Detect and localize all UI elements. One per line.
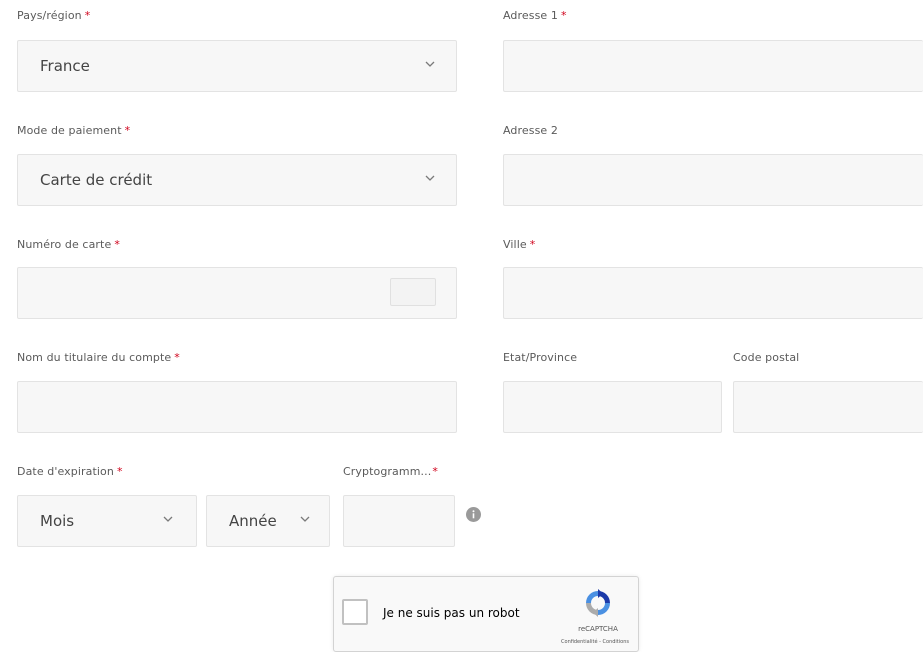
recaptcha-links[interactable]: Confidentialité - Conditions <box>552 639 638 645</box>
country-select-value: France <box>40 57 90 75</box>
chevron-down-icon <box>299 513 311 525</box>
recaptcha-widget: Je ne suis pas un robot reCAPTCHA Confid… <box>333 576 639 652</box>
expiration-month-value: Mois <box>40 512 75 530</box>
address2-input[interactable] <box>503 154 923 206</box>
recaptcha-label: Je ne suis pas un robot <box>383 606 520 620</box>
required-marker: * <box>174 351 180 364</box>
payment-mode-label: Mode de paiement * <box>17 124 131 137</box>
chevron-down-icon <box>424 172 436 184</box>
city-label: Ville * <box>503 238 536 251</box>
state-input[interactable] <box>503 381 722 433</box>
recaptcha-brand: reCAPTCHA <box>578 625 618 633</box>
expiration-year-value: Année <box>229 512 277 530</box>
expiration-label: Date d'expiration * <box>17 465 123 478</box>
address1-input[interactable] <box>503 40 923 92</box>
required-marker: * <box>529 238 536 251</box>
card-number-label: Numéro de carte * <box>17 238 120 251</box>
card-number-input[interactable] <box>17 267 457 319</box>
required-marker: * <box>124 124 131 137</box>
payment-form: Pays/région * France Mode de paiement * Ca… <box>0 0 923 652</box>
cvv-label: Cryptogramm...* <box>343 465 438 478</box>
payment-mode-select-value: Carte de crédit <box>40 171 153 189</box>
card-icon <box>390 278 436 306</box>
country-label: Pays/région * <box>17 9 91 22</box>
required-marker: * <box>116 465 123 478</box>
account-holder-label: Nom du titulaire du compte * <box>17 351 180 364</box>
chevron-down-icon <box>424 58 436 70</box>
required-marker: * <box>84 9 91 22</box>
city-input[interactable] <box>503 267 923 319</box>
address1-label: Adresse 1 * <box>503 9 567 22</box>
country-select[interactable]: France <box>17 40 457 92</box>
required-marker: * <box>432 465 438 478</box>
recaptcha-logo-icon <box>582 587 614 619</box>
expiration-month-select[interactable]: Mois <box>17 495 197 547</box>
account-holder-input[interactable] <box>17 381 457 433</box>
required-marker: * <box>561 9 567 22</box>
postal-code-input[interactable] <box>733 381 923 433</box>
expiration-year-select[interactable]: Année <box>206 495 330 547</box>
postal-code-label: Code postal <box>733 351 800 364</box>
payment-mode-select[interactable]: Carte de crédit <box>17 154 457 206</box>
required-marker: * <box>114 238 120 251</box>
info-icon[interactable] <box>466 507 481 522</box>
address2-label: Adresse 2 <box>503 124 558 137</box>
recaptcha-checkbox[interactable] <box>342 599 368 625</box>
state-label: Etat/Province <box>503 351 578 364</box>
chevron-down-icon <box>162 513 174 525</box>
cvv-input[interactable] <box>343 495 455 547</box>
